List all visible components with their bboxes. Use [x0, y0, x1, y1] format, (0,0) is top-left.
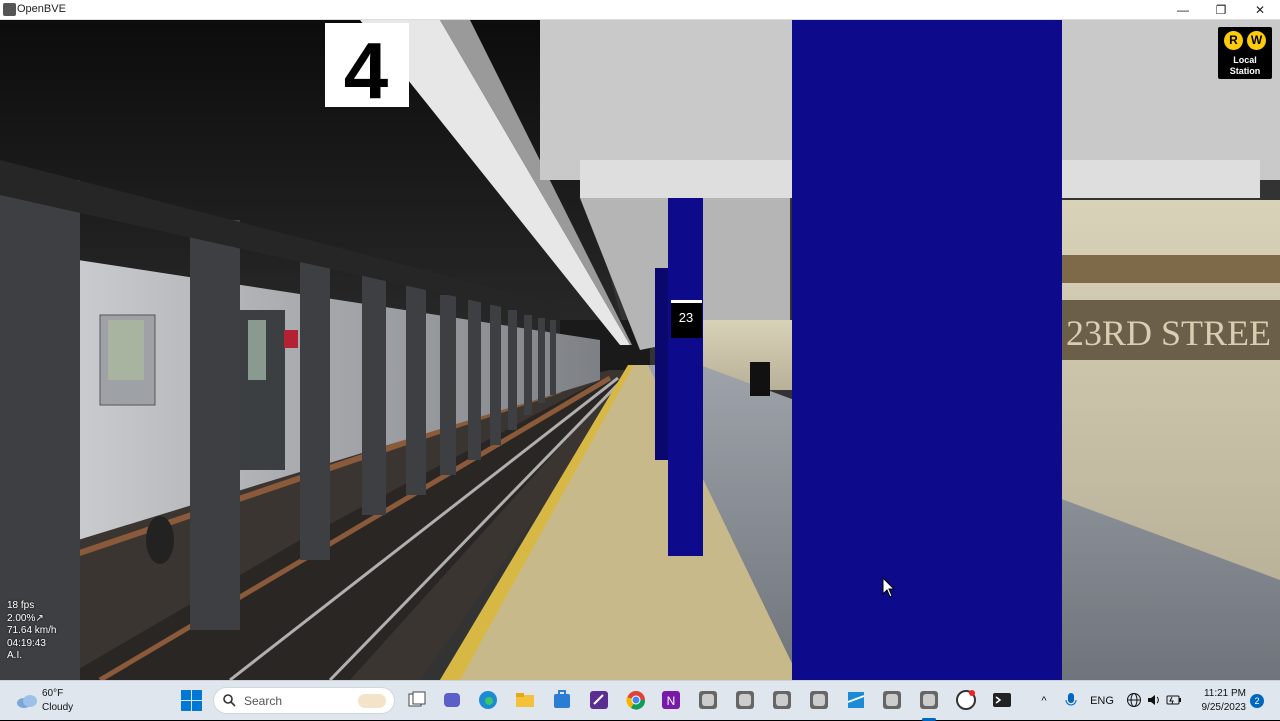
- openbve-icon[interactable]: [697, 689, 719, 711]
- network-icon[interactable]: [1126, 692, 1142, 708]
- track-sign-number: 4: [344, 26, 389, 115]
- edge-icon[interactable]: [477, 689, 499, 711]
- fps-readout: 18 fps: [7, 600, 35, 611]
- terminal-icon[interactable]: [991, 689, 1013, 711]
- maximize-button[interactable]: ❐: [1202, 0, 1240, 20]
- route-badge: R W Local Station: [1218, 27, 1272, 79]
- chrome-icon[interactable]: [625, 689, 647, 711]
- weather-condition: Cloudy: [42, 702, 74, 713]
- clock-time: 11:21 PM: [1203, 688, 1246, 699]
- system-clock[interactable]: 11:21 PM 9/25/2023: [1188, 687, 1247, 715]
- mode-readout: A.I.: [7, 650, 23, 661]
- close-button[interactable]: ✕: [1241, 0, 1279, 20]
- search-highlight-icon: [358, 694, 386, 708]
- time-readout: 04:19:43: [7, 637, 46, 649]
- battery-icon[interactable]: [1166, 692, 1182, 708]
- store-icon[interactable]: [551, 689, 573, 711]
- volume-icon[interactable]: [1146, 692, 1162, 708]
- speed-readout: 71.64 km/h: [7, 625, 57, 636]
- column-sign-text: 23: [679, 310, 693, 325]
- taskbar-search-box[interactable]: Search: [213, 687, 395, 714]
- input-language[interactable]: ENG: [1088, 681, 1116, 721]
- minimize-button[interactable]: —: [1164, 0, 1202, 20]
- notification-badge[interactable]: 2: [1250, 694, 1264, 708]
- clock-date: 9/25/2023: [1201, 702, 1247, 713]
- station-name-mosaic: 23RD STREE: [1066, 313, 1271, 353]
- openbve-app-icon: [3, 3, 16, 16]
- window-title: OpenBVE: [17, 3, 66, 15]
- grade-readout: 2.00%↗: [7, 612, 44, 624]
- svg-text:N: N: [667, 694, 676, 708]
- weather-temp: 60°F: [42, 688, 64, 699]
- microphone-icon[interactable]: [1062, 691, 1080, 709]
- openbve-icon[interactable]: [734, 689, 756, 711]
- openbve-active-icon[interactable]: [918, 689, 940, 711]
- openbve-icon[interactable]: [808, 689, 830, 711]
- taskbar: 60°F Cloudy Search N ^ ENG 11:21 PM 9/25…: [0, 680, 1280, 721]
- cloud-icon: [17, 695, 37, 708]
- title-bar[interactable]: OpenBVE — ❐ ✕: [0, 0, 1280, 20]
- teams-icon[interactable]: [441, 689, 463, 711]
- openbve-window: OpenBVE — ❐ ✕ 23 4 23RD STREE R W Local …: [0, 0, 1280, 680]
- app-icon[interactable]: [845, 689, 867, 711]
- simulation-viewport[interactable]: 23 4 23RD STREE R W Local Station 18 fps…: [0, 20, 1280, 680]
- windows-start-icon[interactable]: [181, 690, 202, 711]
- openbve-icon[interactable]: [881, 689, 903, 711]
- visual-studio-icon[interactable]: [588, 689, 610, 711]
- obs-icon[interactable]: [955, 689, 977, 711]
- tray-chevron[interactable]: ^: [1036, 681, 1052, 721]
- route-r-bullet: R: [1224, 31, 1243, 50]
- openbve-icon[interactable]: [771, 689, 793, 711]
- subway-station-scene: 23 4 23RD STREE: [0, 20, 1280, 680]
- search-icon: [223, 694, 236, 707]
- search-placeholder: Search: [244, 694, 283, 708]
- route-w-bullet: W: [1247, 31, 1266, 50]
- task-view-icon[interactable]: [406, 689, 428, 711]
- onenote-icon[interactable]: N: [660, 689, 682, 711]
- station-label: Station: [1229, 66, 1261, 76]
- local-label: Local: [1233, 55, 1257, 65]
- weather-widget[interactable]: 60°F Cloudy: [12, 687, 102, 715]
- file-explorer-icon[interactable]: [514, 689, 536, 711]
- hud-readout: 18 fps 2.00%↗ 71.64 km/h 04:19:43 A.I.: [7, 600, 56, 663]
